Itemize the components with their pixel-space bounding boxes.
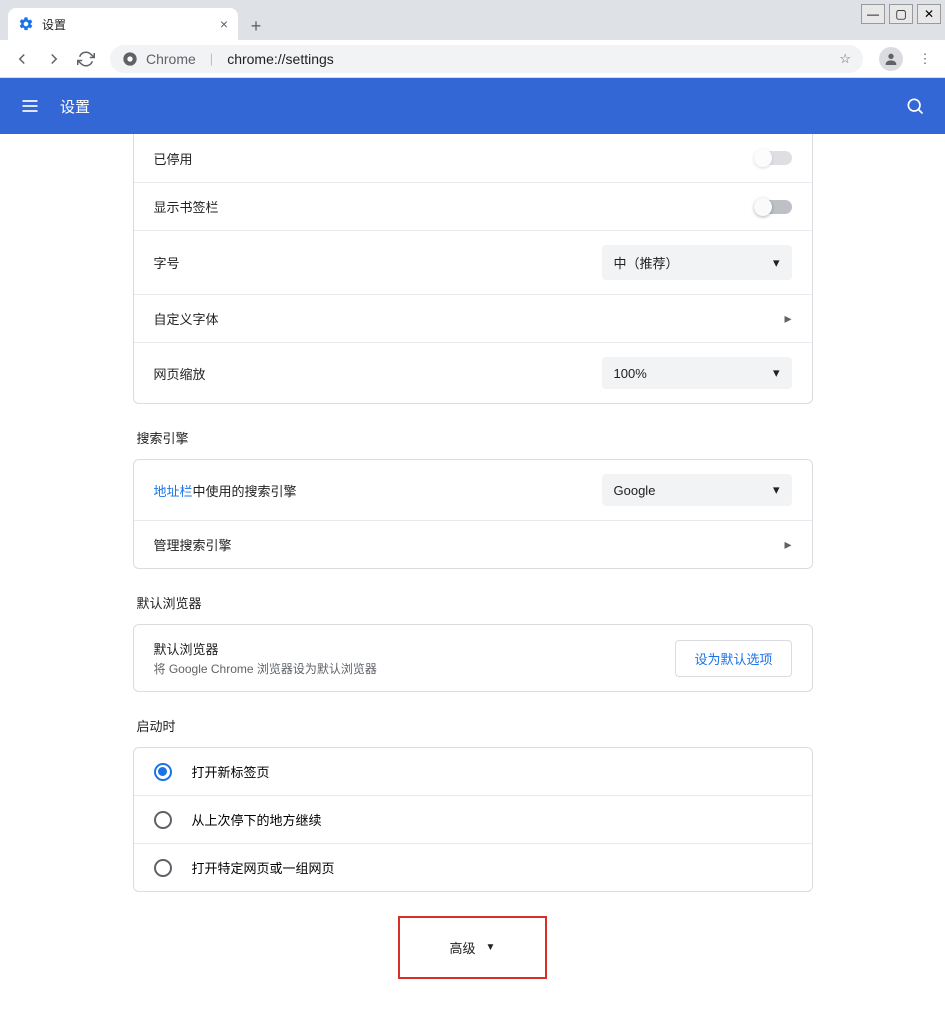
url-separator: | <box>210 51 213 66</box>
default-browser-label: 默认浏览器 <box>154 639 676 658</box>
chrome-menu-button[interactable]: ⋮ <box>913 51 937 67</box>
browser-tab-bar: 设置 × + <box>0 0 945 40</box>
startup-card: 打开新标签页 从上次停下的地方继续 打开特定网页或一组网页 <box>133 747 813 892</box>
default-browser-card: 默认浏览器 将 Google Chrome 浏览器设为默认浏览器 设为默认选项 <box>133 624 813 692</box>
chevron-down-icon: ▾ <box>773 365 780 381</box>
settings-header: 设置 <box>0 78 945 134</box>
chevron-right-icon: ▸ <box>784 536 791 553</box>
startup-option-newtab[interactable]: 打开新标签页 <box>134 748 812 795</box>
section-title-startup: 启动时 <box>137 716 813 735</box>
row-page-zoom: 网页缩放 100% ▾ <box>134 342 812 403</box>
appearance-card: 已停用 显示书签栏 字号 中（推荐） ▾ 自定义字体 ▸ 网页缩放 <box>133 134 813 404</box>
radio-icon[interactable] <box>154 811 172 829</box>
new-tab-button[interactable]: + <box>242 12 270 40</box>
manage-search-engines-label: 管理搜索引擎 <box>154 535 785 554</box>
font-size-dropdown[interactable]: 中（推荐） ▾ <box>602 245 792 280</box>
maximize-button[interactable]: ▢ <box>889 4 913 24</box>
address-bar-engine-label: 地址栏中使用的搜索引擎 <box>154 481 602 500</box>
section-title-search-engine: 搜索引擎 <box>137 428 813 447</box>
custom-font-label: 自定义字体 <box>154 309 785 328</box>
section-title-default-browser: 默认浏览器 <box>137 593 813 612</box>
url-origin-label: Chrome <box>146 51 196 67</box>
startup-option-continue[interactable]: 从上次停下的地方继续 <box>134 795 812 843</box>
row-font-size: 字号 中（推荐） ▾ <box>134 230 812 294</box>
zoom-label: 网页缩放 <box>154 364 602 383</box>
minimize-button[interactable]: — <box>861 4 885 24</box>
browser-tab-settings[interactable]: 设置 × <box>8 8 238 40</box>
chevron-down-icon: ▾ <box>773 482 780 498</box>
address-bar-link[interactable]: 地址栏 <box>154 484 193 499</box>
search-engine-card: 地址栏中使用的搜索引擎 Google ▾ 管理搜索引擎 ▸ <box>133 459 813 569</box>
close-window-button[interactable]: ✕ <box>917 4 941 24</box>
font-size-label: 字号 <box>154 253 602 272</box>
tab-title: 设置 <box>42 16 212 33</box>
zoom-dropdown[interactable]: 100% ▾ <box>602 357 792 389</box>
chevron-right-icon: ▸ <box>784 310 791 327</box>
menu-icon[interactable] <box>20 96 40 116</box>
settings-content-scroll[interactable]: 已停用 显示书签栏 字号 中（推荐） ▾ 自定义字体 ▸ 网页缩放 <box>0 134 945 1020</box>
startup-option-label: 打开特定网页或一组网页 <box>192 858 335 877</box>
gear-icon <box>18 16 34 32</box>
row-show-bookmarks-bar[interactable]: 显示书签栏 <box>134 182 812 230</box>
reload-button[interactable] <box>72 45 100 73</box>
set-default-button[interactable]: 设为默认选项 <box>675 640 791 677</box>
back-button[interactable] <box>8 45 36 73</box>
row-default-browser: 默认浏览器 将 Google Chrome 浏览器设为默认浏览器 设为默认选项 <box>134 625 812 691</box>
advanced-label: 高级 <box>450 938 476 957</box>
startup-option-label: 从上次停下的地方继续 <box>192 810 322 829</box>
bookmark-star-icon[interactable]: ☆ <box>839 51 851 67</box>
radio-icon[interactable] <box>154 763 172 781</box>
window-controls: — ▢ ✕ <box>857 0 945 28</box>
disabled-label: 已停用 <box>154 149 756 168</box>
address-bar[interactable]: Chrome | chrome://settings ☆ <box>110 45 863 73</box>
chevron-down-icon: ▾ <box>773 255 780 271</box>
profile-avatar[interactable] <box>879 47 903 71</box>
chevron-down-icon: ▼ <box>486 942 496 953</box>
chrome-icon <box>122 51 138 67</box>
default-browser-sub: 将 Google Chrome 浏览器设为默认浏览器 <box>154 660 676 677</box>
bookmarks-bar-toggle[interactable] <box>756 200 792 214</box>
close-tab-icon[interactable]: × <box>220 16 228 32</box>
settings-title: 设置 <box>60 96 90 117</box>
disabled-toggle <box>756 151 792 165</box>
startup-option-specific[interactable]: 打开特定网页或一组网页 <box>134 843 812 891</box>
row-manage-search-engines[interactable]: 管理搜索引擎 ▸ <box>134 520 812 568</box>
browser-toolbar: Chrome | chrome://settings ☆ ⋮ <box>0 40 945 78</box>
url-text: chrome://settings <box>227 51 334 67</box>
row-custom-font[interactable]: 自定义字体 ▸ <box>134 294 812 342</box>
row-disabled-setting: 已停用 <box>134 134 812 182</box>
advanced-toggle-button[interactable]: 高级 ▼ <box>398 916 548 979</box>
forward-button[interactable] <box>40 45 68 73</box>
startup-option-label: 打开新标签页 <box>192 762 270 781</box>
radio-icon[interactable] <box>154 859 172 877</box>
row-address-bar-engine: 地址栏中使用的搜索引擎 Google ▾ <box>134 460 812 520</box>
search-icon[interactable] <box>905 96 925 116</box>
bookmarks-bar-label: 显示书签栏 <box>154 197 756 216</box>
search-engine-dropdown[interactable]: Google ▾ <box>602 474 792 506</box>
